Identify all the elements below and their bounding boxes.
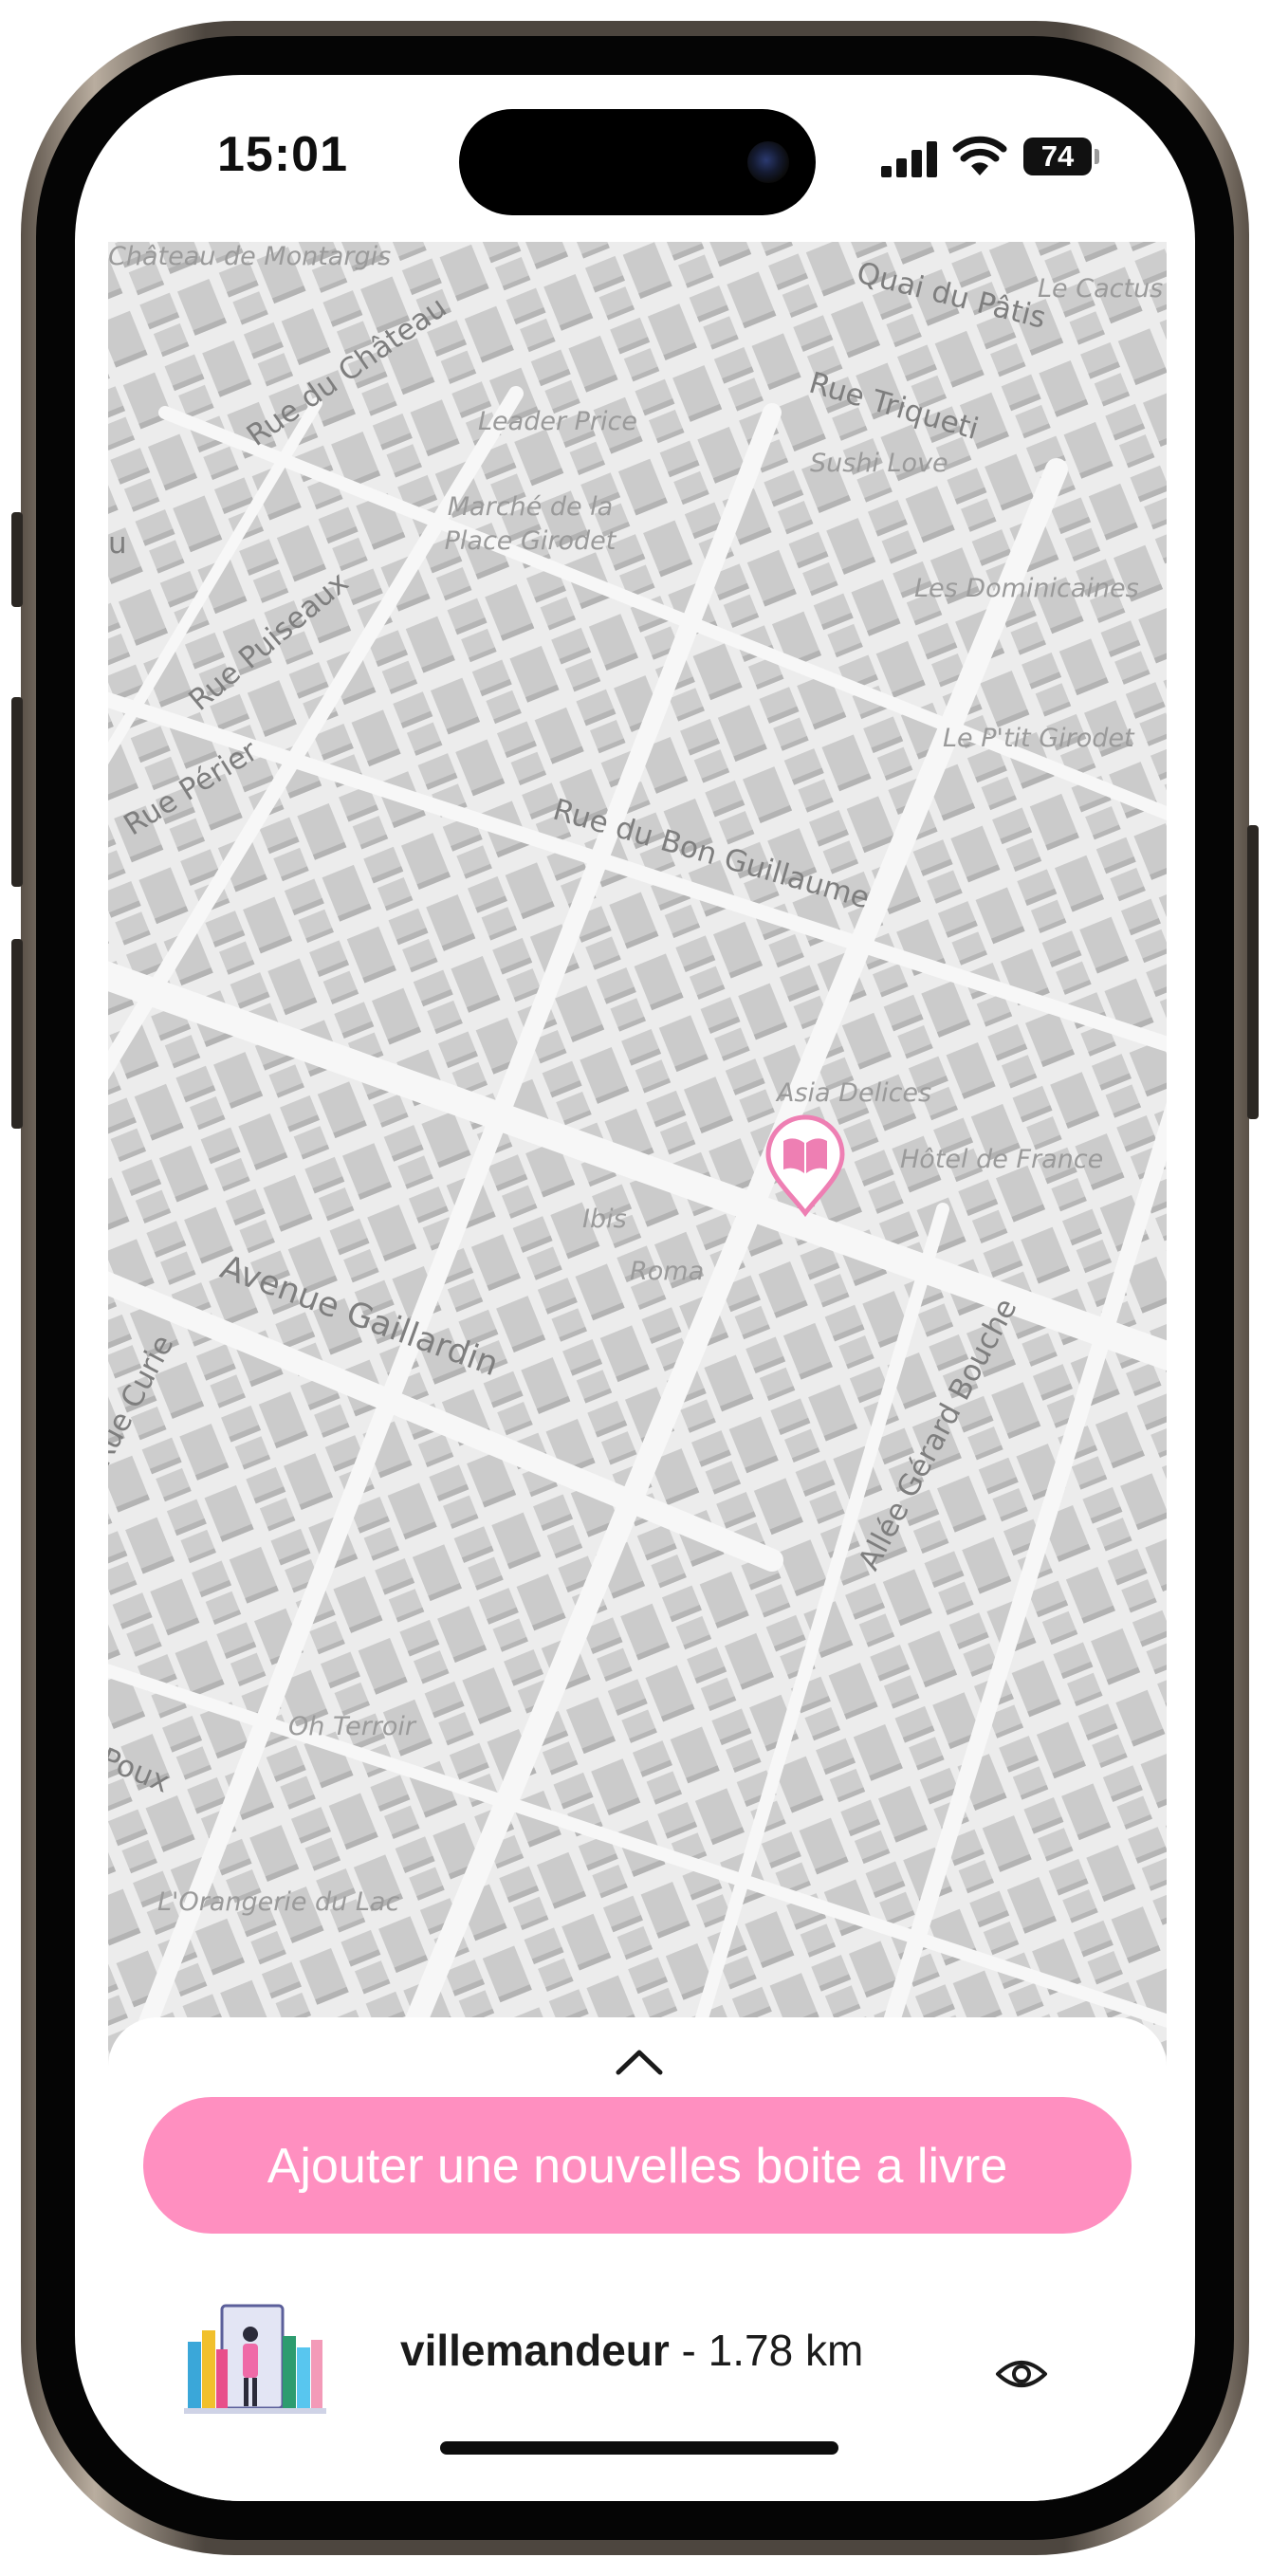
item-separator: - — [669, 2326, 709, 2375]
battery-tip — [1095, 149, 1099, 164]
poi-label: Les Dominicaines — [914, 574, 1139, 603]
poi-label: Le Cactus — [1038, 274, 1164, 304]
poi-label: L'Orangerie du Lac — [157, 1887, 400, 1917]
item-name: villemandeur — [400, 2326, 670, 2375]
home-indicator[interactable] — [440, 2441, 838, 2455]
dynamic-island — [459, 109, 816, 215]
poi-label: Asia Delices — [777, 1078, 932, 1108]
poi-label: Leader Price — [478, 407, 637, 436]
chevron-up-icon[interactable] — [615, 2048, 664, 2076]
item-distance: 1.78 km — [708, 2326, 864, 2375]
book-map-pin-icon[interactable] — [763, 1114, 848, 1219]
poi-label: Hôtel de France — [900, 1145, 1104, 1174]
item-title: villemandeur - 1.78 km — [400, 2325, 863, 2376]
status-time: 15:01 — [217, 127, 348, 182]
power-button — [1247, 825, 1259, 1119]
volume-up-button — [11, 697, 23, 887]
screen: 15:01 74 Rue du Château Quai du Pâtis Ru… — [75, 75, 1195, 2501]
cellular-signal-icon — [881, 141, 937, 177]
poi-label: Roma — [630, 1257, 705, 1286]
poi-label: Ibis — [582, 1205, 627, 1234]
front-camera — [747, 141, 789, 183]
eye-icon[interactable] — [995, 2355, 1048, 2393]
bookshelf-illustration-icon — [184, 2304, 326, 2414]
poi-label: Sushi Love — [810, 449, 948, 478]
volume-down-button — [11, 939, 23, 1129]
list-item[interactable]: villemandeur - 1.78 km — [108, 2302, 1167, 2435]
status-bar: 15:01 74 — [75, 75, 1195, 217]
poi-label: Oh Terroir — [288, 1712, 416, 1741]
map-view[interactable]: Rue du Château Quai du Pâtis Rue Triquet… — [108, 242, 1167, 2077]
poi-label: Le P'tit Girodet — [943, 724, 1134, 753]
action-button — [11, 512, 23, 607]
poi-label: Marché de la Place Girodet — [444, 492, 617, 556]
wifi-icon — [952, 136, 1007, 175]
poi-label: Château de Montargis — [108, 242, 392, 271]
add-book-box-button[interactable]: Ajouter une nouvelles boite a livre — [143, 2097, 1132, 2234]
battery-icon: 74 — [1023, 138, 1092, 175]
street-label: u — [108, 526, 127, 561]
bottom-sheet[interactable]: Ajouter une nouvelles boite a livre vill… — [108, 2017, 1167, 2501]
